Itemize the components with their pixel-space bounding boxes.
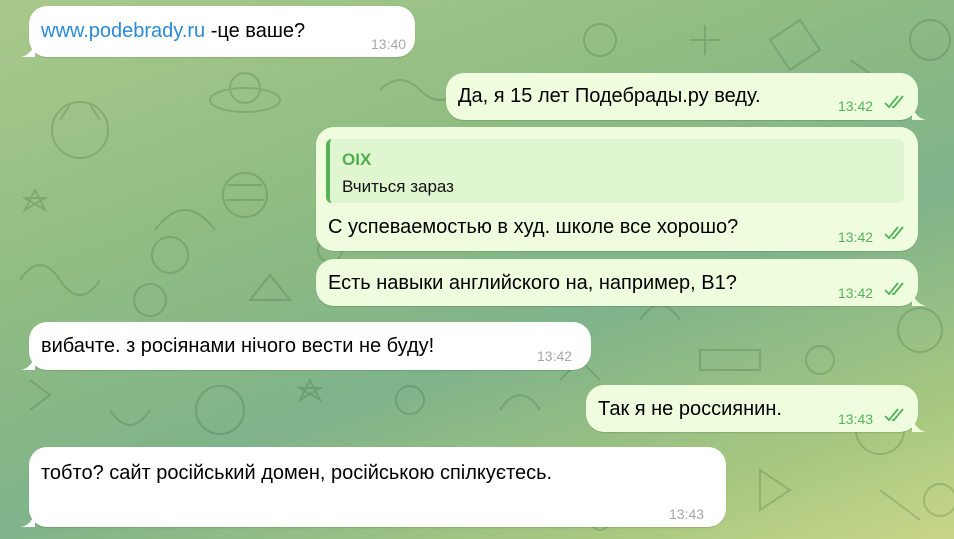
message-text: www.podebrady.ru -це ваше? <box>41 20 306 42</box>
message-time: 13:43 <box>838 411 874 427</box>
message-time: 13:42 <box>838 98 874 114</box>
bubble-tail <box>912 106 926 120</box>
double-check-icon <box>884 282 904 296</box>
message-time: 13:42 <box>838 229 874 245</box>
message-bubble-incoming[interactable]: www.podebrady.ru -це ваше? 13:40 <box>21 6 415 57</box>
message-bubble-outgoing[interactable]: Есть навыки английского на, например, B1… <box>316 259 926 306</box>
bubble-tail <box>912 418 926 432</box>
message-text: Так я не россиянин. <box>598 398 782 420</box>
message-time: 13:42 <box>537 348 573 364</box>
reply-author: OIX <box>342 150 372 169</box>
message-time: 13:43 <box>669 506 705 522</box>
bubble-tail <box>21 356 35 370</box>
bubble-tail <box>912 292 926 306</box>
message-text: Да, я 15 лет Подебрады.ру веду. <box>458 85 761 107</box>
message-text: вибачте. з росіянами нічого вести не буд… <box>41 335 435 357</box>
message-link[interactable]: www.podebrady.ru <box>41 20 205 42</box>
message-time: 13:42 <box>838 285 874 301</box>
message-bubble-incoming[interactable]: тобто? сайт російський домен, російською… <box>21 447 726 527</box>
double-check-icon <box>884 95 904 109</box>
bubble-tail <box>21 513 35 527</box>
bubble-tail <box>21 43 35 57</box>
double-check-icon <box>884 408 904 422</box>
message-bubble-outgoing[interactable]: Так я не россиянин. 13:43 <box>586 385 926 432</box>
message-bubble-outgoing[interactable]: Да, я 15 лет Подебрады.ру веду. 13:42 <box>446 73 926 120</box>
message-text: Есть навыки английского на, например, B1… <box>328 272 737 294</box>
message-text: тобто? сайт російський домен, російською… <box>41 462 553 484</box>
reply-text: Вчиться зараз <box>342 177 454 196</box>
message-text: С успеваемостью в худ. школе все хорошо? <box>328 216 739 238</box>
reply-quote[interactable]: OIX Вчиться зараз <box>326 139 904 203</box>
double-check-icon <box>884 226 904 240</box>
message-bubble-incoming[interactable]: вибачте. з росіянами нічого вести не буд… <box>21 322 591 370</box>
message-bubble-outgoing[interactable]: OIX Вчиться зараз С успеваемостью в худ.… <box>316 127 918 251</box>
message-time: 13:40 <box>371 36 407 52</box>
